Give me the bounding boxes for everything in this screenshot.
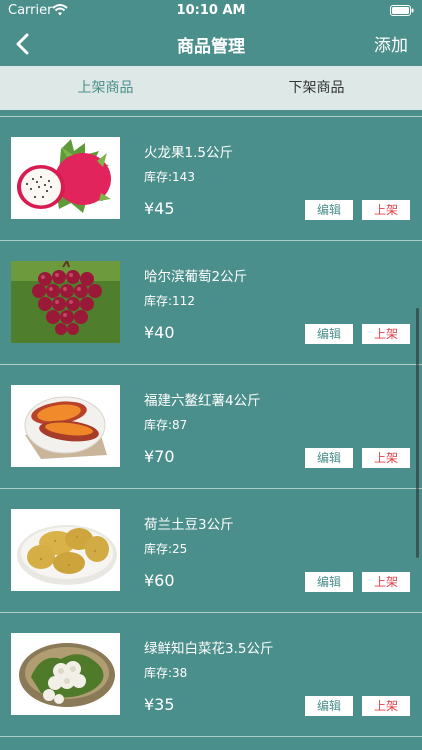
product-price: ¥70: [144, 447, 175, 466]
grapes-image: [11, 261, 120, 343]
dragon-fruit-image: [11, 137, 120, 219]
potato-image: [11, 509, 120, 591]
product-price: ¥40: [144, 323, 175, 342]
edit-button[interactable]: 编辑: [305, 448, 353, 468]
shelf-button[interactable]: 上架: [362, 572, 410, 592]
list-top-divider: [0, 110, 422, 117]
tab-bar: 上架商品 下架商品: [0, 66, 422, 110]
product-row[interactable]: 荷兰土豆3公斤 库存:25 ¥60 编辑 上架: [0, 489, 422, 613]
product-row[interactable]: 火龙果1.5公斤 库存:143 ¥45 编辑 上架: [0, 117, 422, 241]
product-list[interactable]: 火龙果1.5公斤 库存:143 ¥45 编辑 上架 哈尔滨葡萄2公斤 库存:11…: [0, 110, 422, 750]
product-row[interactable]: 福建六鳌红薯4公斤 库存:87 ¥70 编辑 上架: [0, 365, 422, 489]
product-name: 火龙果1.5公斤: [144, 145, 233, 161]
product-stock: 库存:112: [144, 294, 195, 308]
product-stock: 库存:38: [144, 666, 188, 680]
status-time: 10:10 AM: [176, 3, 246, 18]
product-stock: 库存:25: [144, 542, 188, 556]
shelf-button[interactable]: 上架: [362, 200, 410, 220]
edit-button[interactable]: 编辑: [305, 324, 353, 344]
chevron-left-icon[interactable]: [8, 30, 36, 58]
product-row[interactable]: 哈尔滨葡萄2公斤 库存:112 ¥40 编辑 上架: [0, 241, 422, 365]
shelf-button[interactable]: 上架: [362, 448, 410, 468]
product-price: ¥60: [144, 571, 175, 590]
battery-icon: [390, 5, 414, 16]
cauliflower-image: [11, 633, 120, 715]
shelf-button[interactable]: 上架: [362, 324, 410, 344]
product-name: 绿鲜知白菜花3.5公斤: [144, 641, 274, 657]
product-name: 福建六鳌红薯4公斤: [144, 393, 261, 409]
tab-on-shelf[interactable]: 上架商品: [0, 66, 211, 110]
tab-off-shelf[interactable]: 下架商品: [211, 66, 422, 110]
edit-button[interactable]: 编辑: [305, 572, 353, 592]
product-price: ¥45: [144, 199, 175, 218]
edit-button[interactable]: 编辑: [305, 696, 353, 716]
product-price: ¥35: [144, 695, 175, 714]
nav-bar: 商品管理 添加: [0, 22, 422, 66]
shelf-button[interactable]: 上架: [362, 696, 410, 716]
add-button[interactable]: 添加: [374, 31, 408, 56]
product-name: 哈尔滨葡萄2公斤: [144, 269, 248, 285]
product-row[interactable]: 绿鲜知白菜花3.5公斤 库存:38 ¥35 编辑 上架: [0, 613, 422, 737]
product-stock: 库存:143: [144, 170, 195, 184]
sweet-potato-image: [11, 385, 120, 467]
status-bar: Carrier 10:10 AM: [0, 0, 422, 22]
product-name: 荷兰土豆3公斤: [144, 517, 234, 533]
product-stock: 库存:87: [144, 418, 188, 432]
edit-button[interactable]: 编辑: [305, 200, 353, 220]
page-title: 商品管理: [177, 37, 245, 57]
scroll-indicator[interactable]: [416, 308, 419, 558]
